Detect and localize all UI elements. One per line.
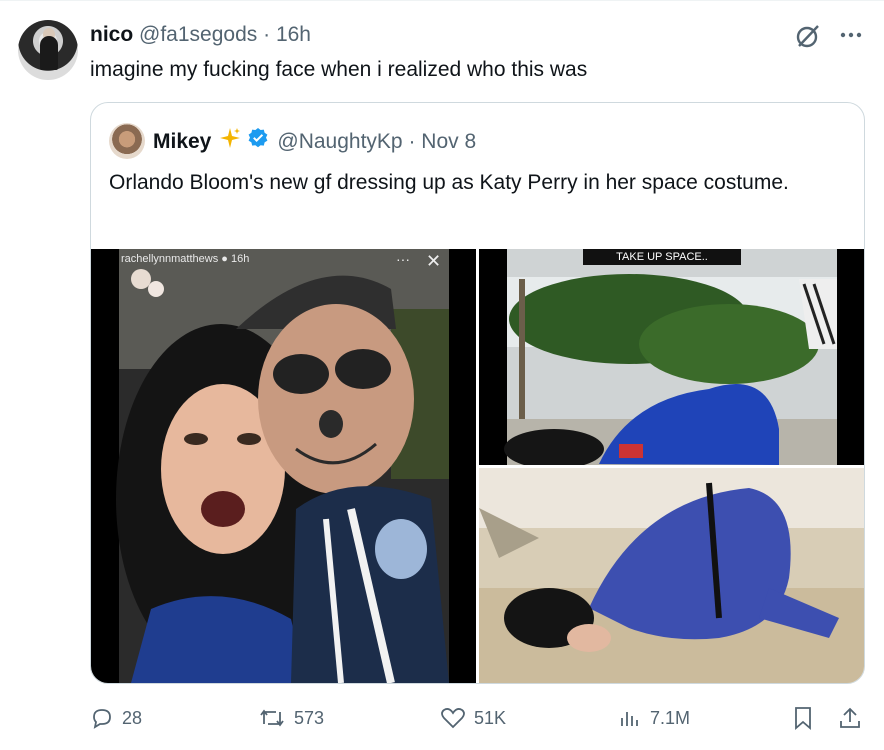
author-name[interactable]: nico bbox=[90, 23, 133, 46]
story-overlay-close: ✕ bbox=[426, 251, 442, 271]
views-button[interactable]: 7.1M bbox=[618, 700, 690, 736]
verified-badge-icon bbox=[247, 127, 269, 157]
views-icon bbox=[621, 712, 638, 726]
more-icon[interactable] bbox=[836, 20, 866, 50]
quoted-author-handle: @NaughtyKp bbox=[277, 130, 403, 153]
like-icon bbox=[441, 708, 465, 729]
media-image-3[interactable] bbox=[479, 468, 864, 683]
action-bar: 28 573 51K 7.1M bbox=[0, 700, 884, 736]
grok-icon[interactable] bbox=[794, 22, 822, 50]
like-count: 51K bbox=[474, 707, 507, 728]
views-count: 7.1M bbox=[650, 707, 691, 728]
sparkle-icon bbox=[219, 127, 241, 157]
share-icon bbox=[840, 707, 860, 728]
quoted-author-name: Mikey bbox=[153, 130, 212, 153]
repost-icon bbox=[260, 709, 284, 727]
bookmark-icon bbox=[795, 707, 811, 730]
media-image-1[interactable]: rachellynnmatthews ● 16h ··· ✕ bbox=[91, 249, 476, 683]
reply-icon bbox=[93, 709, 111, 729]
media-grid: rachellynnmatthews ● 16h ··· ✕ TAKE UP S… bbox=[91, 249, 864, 683]
bookmark-button[interactable] bbox=[792, 700, 822, 736]
story-overlay-user: rachellynnmatthews ● 16h bbox=[121, 253, 250, 265]
tweet-header: nico @fa1segods · 16h bbox=[90, 22, 311, 48]
repost-count: 573 bbox=[294, 707, 325, 728]
header-separator: · bbox=[263, 23, 271, 46]
quoted-tweet-time: Nov 8 bbox=[421, 130, 477, 153]
author-handle[interactable]: @fa1segods bbox=[139, 23, 257, 46]
quoted-tweet-header: Mikey @NaughtyKp · Nov 8 bbox=[153, 127, 476, 157]
media-image-2[interactable]: TAKE UP SPACE.. bbox=[479, 249, 864, 465]
reply-button[interactable]: 28 bbox=[90, 700, 142, 736]
image-banner-text: TAKE UP SPACE.. bbox=[583, 249, 741, 265]
quoted-tweet-text: Orlando Bloom's new gf dressing up as Ka… bbox=[109, 171, 789, 194]
reply-count: 28 bbox=[122, 707, 143, 728]
tweet-time[interactable]: 16h bbox=[276, 23, 311, 46]
top-divider bbox=[0, 0, 884, 1]
quoted-tweet[interactable]: Mikey @NaughtyKp · Nov 8 Orlando Bloom's… bbox=[90, 102, 865, 684]
quoted-header-separator: · bbox=[408, 130, 416, 153]
story-overlay-dots: ··· bbox=[396, 251, 410, 267]
repost-button[interactable]: 573 bbox=[258, 700, 324, 736]
author-avatar[interactable] bbox=[18, 20, 78, 80]
tweet-text: imagine my fucking face when i realized … bbox=[90, 58, 588, 81]
quoted-author-avatar bbox=[109, 123, 145, 159]
like-button[interactable]: 51K bbox=[440, 700, 506, 736]
share-button[interactable] bbox=[838, 700, 870, 736]
